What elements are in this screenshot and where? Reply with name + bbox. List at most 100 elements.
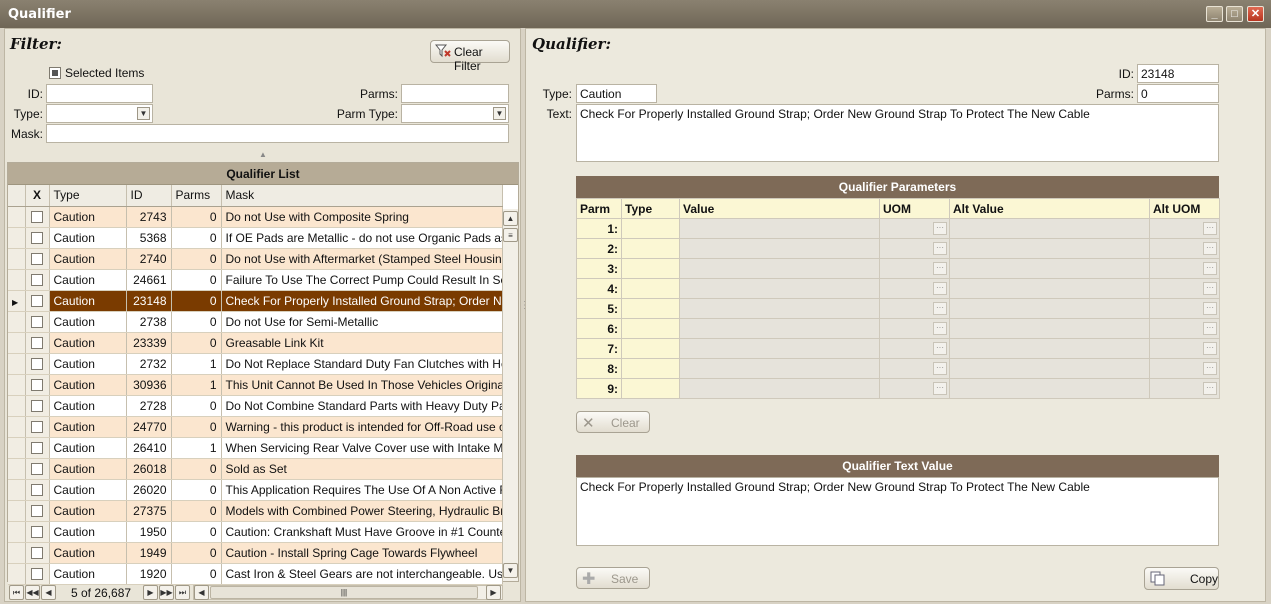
parameter-value-cell[interactable] (679, 318, 880, 339)
row-selector[interactable] (8, 416, 26, 438)
row-selector[interactable] (8, 563, 26, 585)
row-checkbox-cell[interactable] (25, 458, 50, 480)
row-checkbox-cell[interactable] (25, 290, 50, 312)
row-checkbox-cell[interactable] (25, 269, 50, 291)
row-parms[interactable]: 0 (171, 206, 222, 228)
row-selector[interactable] (8, 395, 26, 417)
row-mask[interactable]: If OE Pads are Metallic - do not use Org… (221, 227, 503, 249)
table-row[interactable]: Caution 23339 0 Greasable Link Kit (8, 332, 503, 354)
row-checkbox[interactable] (31, 400, 43, 413)
row-parms[interactable]: 0 (171, 416, 222, 438)
parameter-value-cell[interactable] (679, 278, 880, 299)
selected-items-checkbox[interactable] (49, 67, 61, 79)
parameter-alt-uom-cell[interactable]: ··· (1149, 358, 1220, 379)
table-row[interactable]: Caution 1920 0 Cast Iron & Steel Gears are … (8, 563, 503, 585)
parameter-alt-value-cell[interactable] (949, 358, 1150, 379)
row-mask[interactable]: Do not Use for Semi-Metallic (221, 311, 503, 333)
parameter-type-cell[interactable] (621, 318, 680, 339)
parameter-alt-uom-cell[interactable]: ··· (1149, 278, 1220, 299)
row-parms[interactable]: 0 (171, 500, 222, 522)
table-row[interactable]: Caution 2732 1 Do Not Replace Standard Duty… (8, 353, 503, 375)
column-header-mask[interactable]: Mask (221, 185, 503, 207)
table-row[interactable]: Caution 26018 0 Sold as Set (8, 458, 503, 480)
chevron-down-icon[interactable]: ▼ (137, 107, 150, 120)
table-row[interactable]: Caution 27375 0 Models with Combined Power … (8, 500, 503, 522)
ellipsis-icon[interactable]: ··· (933, 322, 947, 335)
row-type[interactable]: Caution (49, 227, 127, 249)
row-checkbox[interactable] (31, 568, 43, 581)
table-row[interactable]: Caution 2743 0 Do not Use with Composite Sp… (8, 206, 503, 228)
next-page-icon[interactable]: ▶▶ (159, 585, 174, 600)
row-selector[interactable] (8, 521, 26, 543)
parameter-alt-value-cell[interactable] (949, 338, 1150, 359)
row-parms[interactable]: 0 (171, 248, 222, 270)
row-type[interactable]: Caution (49, 479, 127, 501)
parameter-alt-uom-cell[interactable]: ··· (1149, 238, 1220, 259)
row-id[interactable]: 5368 (126, 227, 172, 249)
row-mask[interactable]: This Unit Cannot Be Used In Those Vehicl… (221, 374, 503, 396)
parameter-value-cell[interactable] (679, 238, 880, 259)
parameter-alt-value-cell[interactable] (949, 318, 1150, 339)
ellipsis-icon[interactable]: ··· (933, 362, 947, 375)
row-checkbox[interactable] (31, 379, 43, 392)
parameter-value-cell[interactable] (679, 258, 880, 279)
filter-parm-type-select[interactable]: ▼ (401, 104, 509, 123)
row-mask[interactable]: When Servicing Rear Valve Cover use with… (221, 437, 503, 459)
parameter-alt-value-cell[interactable] (949, 298, 1150, 319)
column-header-id[interactable]: ID (126, 185, 172, 207)
row-checkbox-cell[interactable] (25, 248, 50, 270)
ellipsis-icon[interactable]: ··· (933, 282, 947, 295)
parameter-type-cell[interactable] (621, 258, 680, 279)
row-checkbox-cell[interactable] (25, 416, 50, 438)
horizontal-scroll-thumb[interactable]: ||| (210, 586, 478, 599)
parameter-alt-uom-cell[interactable]: ··· (1149, 218, 1220, 239)
table-row[interactable]: Caution 26020 0 This Application Requires T… (8, 479, 503, 501)
table-row[interactable]: Caution 26410 1 When Servicing Rear Valve C… (8, 437, 503, 459)
table-row[interactable]: Caution 2740 0 Do not Use with Aftermarket … (8, 248, 503, 270)
parameter-alt-value-cell[interactable] (949, 278, 1150, 299)
parameter-uom-cell[interactable]: ··· (879, 278, 950, 299)
row-parms[interactable]: 0 (171, 479, 222, 501)
clear-parameters-button[interactable]: ✕ Clear (576, 411, 650, 433)
row-type[interactable]: Caution (49, 332, 127, 354)
ellipsis-icon[interactable]: ··· (1203, 222, 1217, 235)
close-icon[interactable]: ✕ (1247, 6, 1264, 22)
row-mask[interactable]: Caution: Crankshaft Must Have Groove in … (221, 521, 503, 543)
row-id[interactable]: 23148 (126, 290, 172, 312)
list-horizontal-scrollbar[interactable]: ◀ ||| ▶ (193, 585, 503, 600)
row-parms[interactable]: 1 (171, 374, 222, 396)
parameter-type-cell[interactable] (621, 358, 680, 379)
row-id[interactable]: 26020 (126, 479, 172, 501)
row-selector[interactable]: ▶ (8, 290, 26, 312)
ellipsis-icon[interactable]: ··· (933, 342, 947, 355)
parameter-value-cell[interactable] (679, 338, 880, 359)
row-checkbox[interactable] (31, 463, 43, 476)
ellipsis-icon[interactable]: ··· (1203, 282, 1217, 295)
row-type[interactable]: Caution (49, 311, 127, 333)
filter-type-select[interactable]: ▼ (46, 104, 153, 123)
row-mask[interactable]: Cast Iron & Steel Gears are not intercha… (221, 563, 503, 585)
parameter-uom-cell[interactable]: ··· (879, 318, 950, 339)
row-checkbox-cell[interactable] (25, 521, 50, 543)
row-checkbox[interactable] (31, 421, 43, 434)
row-mask[interactable]: Failure To Use The Correct Pump Could Re… (221, 269, 503, 291)
ellipsis-icon[interactable]: ··· (1203, 382, 1217, 395)
scroll-left-icon[interactable]: ◀ (194, 585, 209, 600)
row-type[interactable]: Caution (49, 563, 127, 585)
row-id[interactable]: 1920 (126, 563, 172, 585)
parameter-value-cell[interactable] (679, 298, 880, 319)
row-checkbox-cell[interactable] (25, 311, 50, 333)
ellipsis-icon[interactable]: ··· (933, 382, 947, 395)
parameter-value-cell[interactable] (679, 218, 880, 239)
table-row[interactable]: Caution 30936 1 This Unit Cannot Be Used In… (8, 374, 503, 396)
row-checkbox-cell[interactable] (25, 395, 50, 417)
row-type[interactable]: Caution (49, 248, 127, 270)
parameter-type-cell[interactable] (621, 378, 680, 399)
ellipsis-icon[interactable]: ··· (1203, 262, 1217, 275)
maximize-icon[interactable]: □ (1226, 6, 1243, 22)
qualifier-type-field[interactable]: Caution (576, 84, 657, 103)
row-mask[interactable]: This Application Requires The Use Of A N… (221, 479, 503, 501)
qualifier-text-value-field[interactable]: Check For Properly Installed Ground Stra… (576, 477, 1219, 546)
row-mask[interactable]: Sold as Set (221, 458, 503, 480)
next-record-icon[interactable]: ▶ (143, 585, 158, 600)
